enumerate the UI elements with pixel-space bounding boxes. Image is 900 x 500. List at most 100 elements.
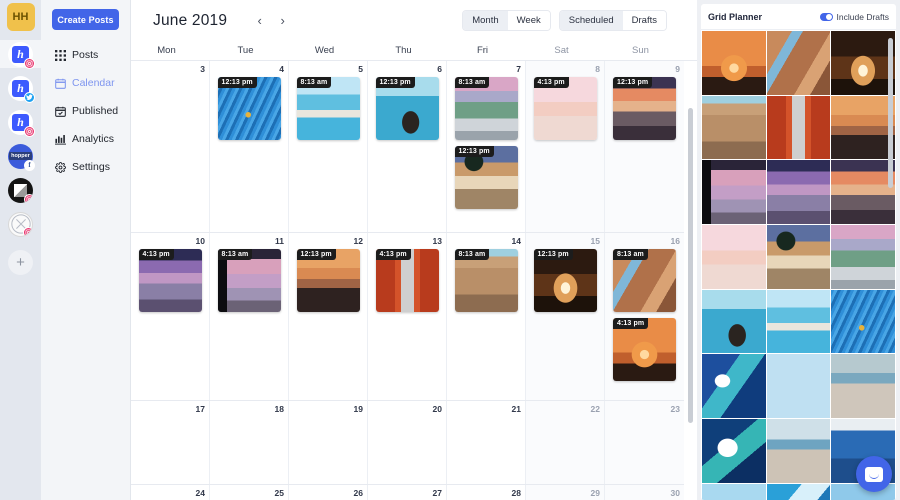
scheduled-post[interactable]: 4:13 pm xyxy=(138,249,202,312)
day-number: 9 xyxy=(675,64,680,74)
calendar-day-14[interactable]: 14 8:13 am xyxy=(447,233,526,400)
main-sidebar: Create Posts Posts Calendar Published An… xyxy=(41,0,131,500)
grid-thumbnail[interactable] xyxy=(702,483,766,500)
calendar-day-27[interactable]: 27 xyxy=(368,485,447,500)
scheduled-post[interactable]: 12:13 pm xyxy=(533,249,597,312)
grid-thumbnail[interactable] xyxy=(702,95,766,160)
scheduled-post[interactable]: 12:13 pm xyxy=(296,249,360,312)
grid-thumbnail[interactable] xyxy=(766,483,831,500)
twitter-badge-icon xyxy=(24,91,35,103)
scheduled-post[interactable]: 4:13 pm xyxy=(375,249,439,312)
calendar-day-29[interactable]: 29 xyxy=(526,485,605,500)
calendar-day-19[interactable]: 19 xyxy=(289,401,368,484)
day-number: 10 xyxy=(195,236,205,246)
day-number: 21 xyxy=(511,404,521,414)
prev-month-button[interactable]: ‹ xyxy=(251,12,268,29)
grid-thumbnail[interactable] xyxy=(766,289,831,354)
calendar-day-6[interactable]: 6 12:13 pm xyxy=(368,61,447,232)
scheduled-post[interactable]: 8:13 am xyxy=(217,249,281,312)
grid-thumbnail[interactable] xyxy=(702,160,766,225)
rail-account-instagram-1[interactable]: h xyxy=(0,40,41,69)
calendar-day-16[interactable]: 16 8:13 am 4:13 pm xyxy=(605,233,684,400)
tab-week[interactable]: Week xyxy=(507,11,550,30)
calendar-day-30[interactable]: 30 xyxy=(605,485,684,500)
rail-account-facebook[interactable]: hopper f xyxy=(0,142,41,171)
calendar-day-17[interactable]: 17 xyxy=(131,401,210,484)
sidebar-item-calendar[interactable]: Calendar xyxy=(49,69,122,97)
grid-thumbnail[interactable] xyxy=(766,160,831,225)
scheduled-post[interactable]: 12:13 pm xyxy=(375,77,439,140)
chat-support-button[interactable] xyxy=(856,456,892,492)
scheduled-post[interactable]: 4:13 pm xyxy=(613,318,676,381)
calendar-day-10[interactable]: 10 4:13 pm xyxy=(131,233,210,400)
tab-drafts[interactable]: Drafts xyxy=(622,11,666,30)
calendar-day-23[interactable]: 23 xyxy=(605,401,684,484)
grid-thumbnail[interactable] xyxy=(702,31,766,95)
calendar-day-26[interactable]: 26 xyxy=(289,485,368,500)
hopper-hq-app: HH h h h hopper f + Create Posts Posts C… xyxy=(0,0,900,500)
grid-thumbnail[interactable] xyxy=(831,354,896,419)
calendar-day-9[interactable]: 9 12:13 pm xyxy=(605,61,684,232)
rail-account-pinterest[interactable] xyxy=(0,176,41,204)
create-posts-button[interactable]: Create Posts xyxy=(52,9,119,30)
calendar-day-25[interactable]: 25 xyxy=(210,485,289,500)
grid-thumbnail[interactable] xyxy=(766,354,831,419)
grid-thumbnail[interactable] xyxy=(831,31,896,95)
calendar-day-15[interactable]: 15 12:13 pm xyxy=(526,233,605,400)
calendar-day-13[interactable]: 13 4:13 pm xyxy=(368,233,447,400)
grid-icon xyxy=(54,49,66,61)
sidebar-item-analytics[interactable]: Analytics xyxy=(49,125,122,153)
scheduled-post[interactable]: 8:13 am xyxy=(296,77,360,140)
grid-thumbnail[interactable] xyxy=(831,225,896,289)
rail-account-instagram-2[interactable]: h xyxy=(0,108,41,137)
grid-thumbnail[interactable] xyxy=(702,354,766,419)
calendar-day-21[interactable]: 21 xyxy=(447,401,526,484)
calendar-day-22[interactable]: 22 xyxy=(526,401,605,484)
scheduled-post[interactable]: 8:13 am xyxy=(454,77,518,140)
add-account-button[interactable]: + xyxy=(8,250,33,275)
scheduled-post[interactable]: 12:13 pm xyxy=(454,146,518,209)
tab-scheduled[interactable]: Scheduled xyxy=(559,11,623,30)
calendar-day-28[interactable]: 28 xyxy=(447,485,526,500)
grid-thumbnail[interactable] xyxy=(702,289,766,354)
grid-thumbnail[interactable] xyxy=(702,225,766,289)
scheduled-post[interactable]: 12:13 pm xyxy=(613,77,676,140)
calendar-day-7[interactable]: 7 8:13 am 12:13 pm xyxy=(447,61,526,232)
sidebar-item-settings[interactable]: Settings xyxy=(49,153,122,181)
grid-thumbnail[interactable] xyxy=(831,289,896,354)
calendar-scrollbar[interactable] xyxy=(688,108,693,423)
calendar-day-8[interactable]: 8 4:13 pm xyxy=(526,61,605,232)
grid-planner-header: Grid Planner Include Drafts xyxy=(701,4,896,30)
grid-thumbnail[interactable] xyxy=(702,419,766,483)
scheduled-post[interactable]: 4:13 pm xyxy=(533,77,597,140)
sidebar-item-posts[interactable]: Posts xyxy=(49,41,122,69)
calendar-day-11[interactable]: 11 8:13 am xyxy=(210,233,289,400)
calendar-icon xyxy=(54,77,66,89)
calendar-day-20[interactable]: 20 xyxy=(368,401,447,484)
rail-account-snapchat[interactable] xyxy=(0,210,41,238)
sidebar-item-published[interactable]: Published xyxy=(49,97,122,125)
tab-month[interactable]: Month xyxy=(463,11,508,30)
calendar-day-3[interactable]: 3 xyxy=(131,61,210,232)
grid-thumbnail[interactable] xyxy=(831,95,896,160)
grid-thumbnail[interactable] xyxy=(766,419,831,483)
scheduled-post[interactable]: 12:13 pm xyxy=(217,77,281,140)
calendar-day-12[interactable]: 12 12:13 pm xyxy=(289,233,368,400)
calendar-day-18[interactable]: 18 xyxy=(210,401,289,484)
grid-planner-scrollbar[interactable] xyxy=(888,38,893,188)
grid-thumbnail[interactable] xyxy=(831,160,896,225)
calendar-day-24[interactable]: 24 xyxy=(131,485,210,500)
post-time-label: 8:13 am xyxy=(613,249,648,260)
grid-thumbnail[interactable] xyxy=(766,31,831,95)
include-drafts-toggle[interactable]: Include Drafts xyxy=(819,12,889,22)
user-avatar[interactable]: HH xyxy=(6,3,35,31)
calendar-check-icon xyxy=(54,105,66,117)
next-month-button[interactable]: › xyxy=(274,12,291,29)
scheduled-post[interactable]: 8:13 am xyxy=(454,249,518,312)
grid-thumbnail[interactable] xyxy=(766,225,831,289)
calendar-day-4[interactable]: 4 12:13 pm xyxy=(210,61,289,232)
scheduled-post[interactable]: 8:13 am xyxy=(613,249,676,312)
calendar-day-5[interactable]: 5 8:13 am xyxy=(289,61,368,232)
grid-thumbnail[interactable] xyxy=(766,95,831,160)
rail-account-twitter[interactable]: h xyxy=(0,74,41,103)
